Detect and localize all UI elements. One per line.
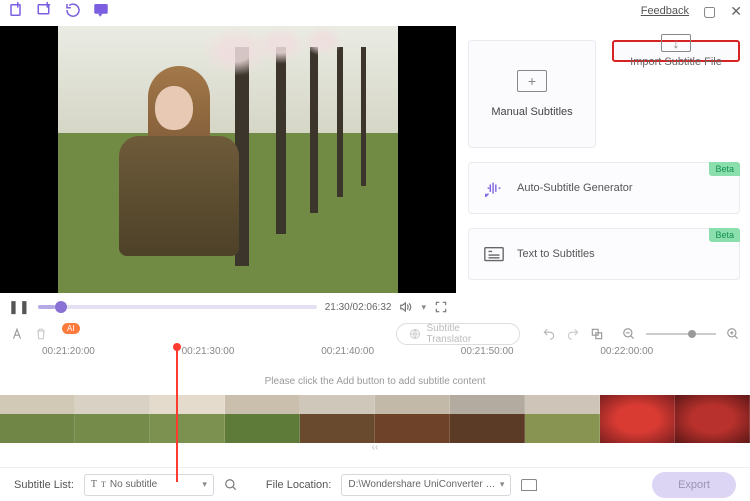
comment-icon[interactable] <box>92 1 110 22</box>
empty-subtitle-message: Please click the Add button to add subti… <box>0 372 750 395</box>
volume-icon[interactable] <box>399 300 413 314</box>
add-video-icon[interactable] <box>8 1 26 22</box>
plus-icon: + <box>517 70 547 92</box>
video-preview <box>0 26 456 293</box>
import-icon: ↓ <box>661 34 691 52</box>
text-to-subtitles-card[interactable]: Text to Subtitles Beta <box>468 228 740 280</box>
close-button[interactable]: ✕ <box>730 3 742 20</box>
delete-icon[interactable] <box>34 327 48 341</box>
feedback-link[interactable]: Feedback <box>641 5 689 17</box>
zoom-in-icon[interactable] <box>726 327 740 341</box>
text-style-icon[interactable] <box>10 327 24 341</box>
ai-badge: AI <box>62 323 80 334</box>
beta-badge: Beta <box>709 162 740 176</box>
fullscreen-icon[interactable] <box>434 300 448 314</box>
playhead[interactable] <box>176 346 178 482</box>
chevron-down-icon[interactable]: ▾ <box>421 302 426 313</box>
search-icon[interactable] <box>224 478 238 492</box>
waveform-speech-icon <box>483 179 505 197</box>
chevron-down-icon: ▾ <box>500 479 505 490</box>
maximize-button[interactable]: ▢ <box>703 3 716 20</box>
file-location-select[interactable]: D:\Wondershare UniConverter … ▾ <box>341 474 511 496</box>
zoom-slider[interactable] <box>646 333 716 335</box>
redo-icon[interactable] <box>566 327 580 341</box>
open-folder-icon[interactable] <box>521 479 537 491</box>
subtitle-list-label: Subtitle List: <box>14 479 74 491</box>
seek-bar[interactable] <box>38 305 317 309</box>
beta-badge: Beta <box>709 228 740 242</box>
pause-button[interactable]: ❚❚ <box>8 299 30 315</box>
refresh-icon[interactable] <box>64 1 82 22</box>
globe-icon <box>409 328 421 340</box>
auto-subtitle-generator-card[interactable]: Auto-Subtitle Generator Beta <box>468 162 740 214</box>
time-display: 21:30/02:06:32 <box>325 302 392 313</box>
manual-subtitles-card[interactable]: + Manual Subtitles <box>468 40 596 148</box>
text-lines-icon <box>483 245 505 263</box>
subtitle-translator-button[interactable]: Subtitle Translator <box>396 323 521 345</box>
undo-icon[interactable] <box>542 327 556 341</box>
zoom-out-icon[interactable] <box>622 327 636 341</box>
timeline-ruler[interactable]: 00:21:20:00 00:21:30:00 00:21:40:00 00:2… <box>0 346 750 372</box>
overlap-icon[interactable] <box>590 327 604 341</box>
import-subtitle-file-card[interactable]: ↓ Import Subtitle File <box>612 40 740 62</box>
file-location-label: File Location: <box>266 479 331 491</box>
thumbnail-strip[interactable] <box>0 395 750 443</box>
export-button[interactable]: Export <box>652 472 736 498</box>
add-area-icon[interactable] <box>36 1 54 22</box>
chevron-down-icon: ▾ <box>202 479 207 490</box>
subtitle-list-select[interactable]: TT No subtitle ▾ <box>84 474 214 496</box>
